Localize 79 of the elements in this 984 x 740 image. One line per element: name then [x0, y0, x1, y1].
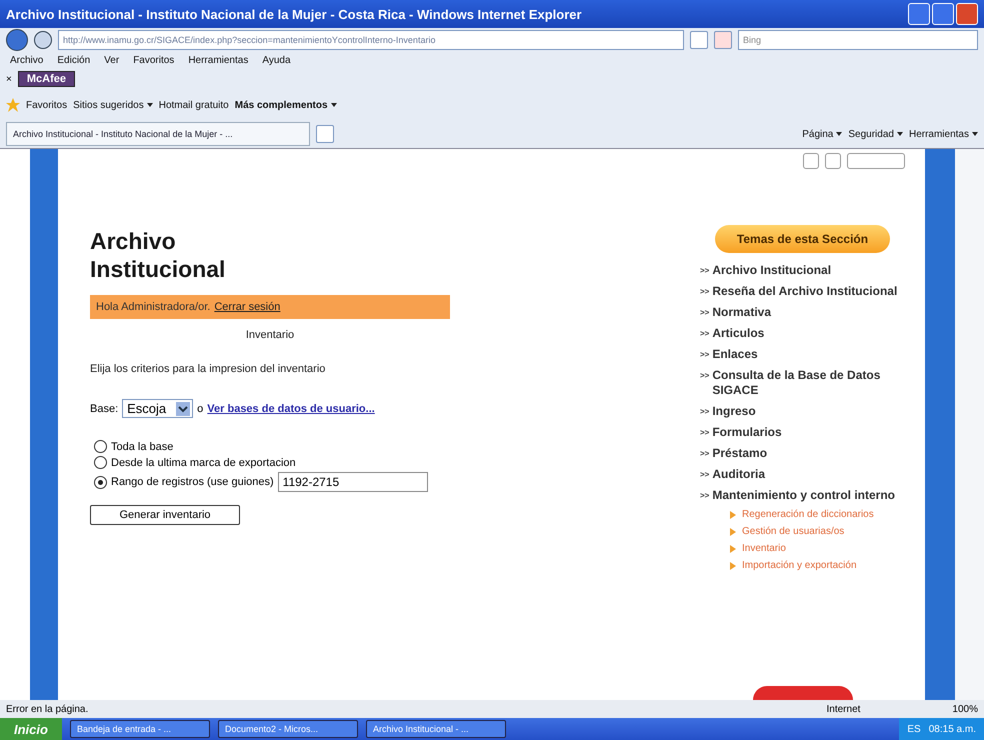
range-field[interactable]: 1192-2715	[278, 472, 428, 492]
favorites-link[interactable]: Hotmail gratuito	[158, 100, 229, 110]
zoom-level[interactable]: 100%	[952, 704, 978, 714]
base-label: Base:	[90, 402, 118, 414]
menu-item[interactable]: Ayuda	[258, 54, 295, 66]
base-select[interactable]: Escoja	[122, 399, 194, 418]
close-button[interactable]	[956, 3, 978, 25]
or-text: o	[197, 402, 204, 414]
favorites-button[interactable]: Favoritos	[26, 100, 68, 110]
sidebar-link[interactable]: >> Préstamo	[700, 446, 905, 461]
command-button[interactable]: Página	[802, 128, 842, 140]
instructions-text: Elija los criterios para la impresion del inventario	[90, 363, 326, 375]
sidebar-link[interactable]: >> Articulos	[700, 326, 905, 341]
section-title: Inventario	[244, 329, 296, 341]
refresh-button[interactable]	[690, 31, 708, 49]
command-button[interactable]: Herramientas	[908, 128, 978, 140]
caret-icon	[330, 103, 337, 107]
sidebar-link[interactable]: >> Mantenimiento y control interno	[700, 488, 905, 503]
forward-button[interactable]	[34, 31, 52, 49]
favorites-link[interactable]: Más complementos	[234, 100, 337, 110]
address-field[interactable]: http://www.inamu.go.cr/SIGACE/index.php?seccion=mantenimientoYcontrolInterno-Inventario	[58, 30, 684, 50]
bullet-icon	[730, 510, 736, 518]
back-button[interactable]	[6, 29, 28, 51]
menu-item[interactable]: Archivo	[6, 54, 48, 66]
window-title: Archivo Institucional - Instituto Nacional de la Mujer - Costa Rica - Windows Internet Explorer	[6, 6, 582, 22]
new-tab-button[interactable]	[316, 125, 334, 143]
option-label: Toda la base	[111, 440, 174, 452]
zoom-in-button[interactable]	[803, 153, 819, 169]
greeting-text: Hola Administradora/or.	[96, 301, 210, 313]
browser-tab[interactable]: Archivo Institucional - Instituto Nacional de la Mujer - ...	[6, 122, 310, 146]
sidebar-link[interactable]: >> Enlaces	[700, 347, 905, 362]
bullet-icon	[730, 528, 736, 536]
zone-label: Internet	[826, 704, 860, 714]
sidebar-link[interactable]: >> Archivo Institucional	[700, 263, 905, 278]
taskbar-item[interactable]: Archivo Institucional - ...	[366, 720, 506, 738]
taskbar-item[interactable]: Documento2 - Micros...	[218, 720, 358, 738]
sidebar-link[interactable]: >> Reseña del Archivo Institucional	[700, 284, 905, 299]
caret-icon	[146, 103, 153, 107]
maximize-button[interactable]	[932, 3, 954, 25]
menu-item[interactable]: Favoritos	[129, 54, 178, 66]
status-message: Error en la página.	[6, 704, 88, 714]
radio-button[interactable]	[94, 456, 107, 469]
taskbar-item[interactable]: Bandeja de entrada - ...	[70, 720, 210, 738]
close-toolbar-button[interactable]: ×	[6, 74, 12, 84]
search-field[interactable]: Bing	[738, 30, 978, 50]
menu-item[interactable]: Herramientas	[184, 54, 252, 66]
stop-button[interactable]	[714, 31, 732, 49]
option-label: Desde la ultima marca de exportacion	[111, 456, 296, 468]
bullet-icon	[730, 562, 736, 570]
section-header: Temas de esta Sección	[714, 225, 890, 253]
caret-icon	[896, 132, 903, 136]
sidebar-link[interactable]: >> Ingreso	[700, 404, 905, 419]
databases-link[interactable]: Ver bases de datos de usuario...	[207, 402, 375, 414]
caret-icon	[836, 132, 842, 136]
menu-item[interactable]: Ver	[100, 54, 124, 66]
sidebar-link[interactable]: >> Normativa	[700, 305, 905, 320]
radio-button[interactable]	[94, 476, 107, 488]
language-indicator: ES	[907, 724, 921, 734]
bullet-icon	[730, 544, 736, 552]
generate-button[interactable]: Generar inventario	[90, 505, 240, 525]
small-button[interactable]	[847, 153, 905, 169]
option-label: Rango de registros (use guiones)	[111, 476, 274, 488]
minimize-button[interactable]	[908, 3, 930, 25]
start-button[interactable]: Inicio	[0, 718, 62, 740]
zoom-out-button[interactable]	[825, 153, 841, 169]
logout-link[interactable]: Cerrar sesión	[214, 301, 280, 313]
mcafee-button[interactable]: McAfee	[18, 71, 75, 87]
sidebar-link[interactable]: >> Consulta de la Base de Datos SIGACE	[700, 368, 905, 398]
dropdown-icon	[176, 402, 190, 416]
clock: 08:15 a.m.	[928, 724, 976, 734]
menu-item[interactable]: Edición	[53, 54, 94, 66]
radio-button[interactable]	[94, 440, 107, 453]
command-button[interactable]: Seguridad	[848, 128, 903, 140]
sidebar-link[interactable]: >> Formularios	[700, 425, 905, 440]
sidebar-link[interactable]: >> Auditoria	[700, 467, 905, 482]
favorites-link[interactable]: Sitios sugeridos	[73, 100, 153, 110]
page-heading: Archivo Institucional	[90, 227, 226, 283]
caret-icon	[972, 132, 978, 136]
star-icon	[6, 98, 20, 112]
